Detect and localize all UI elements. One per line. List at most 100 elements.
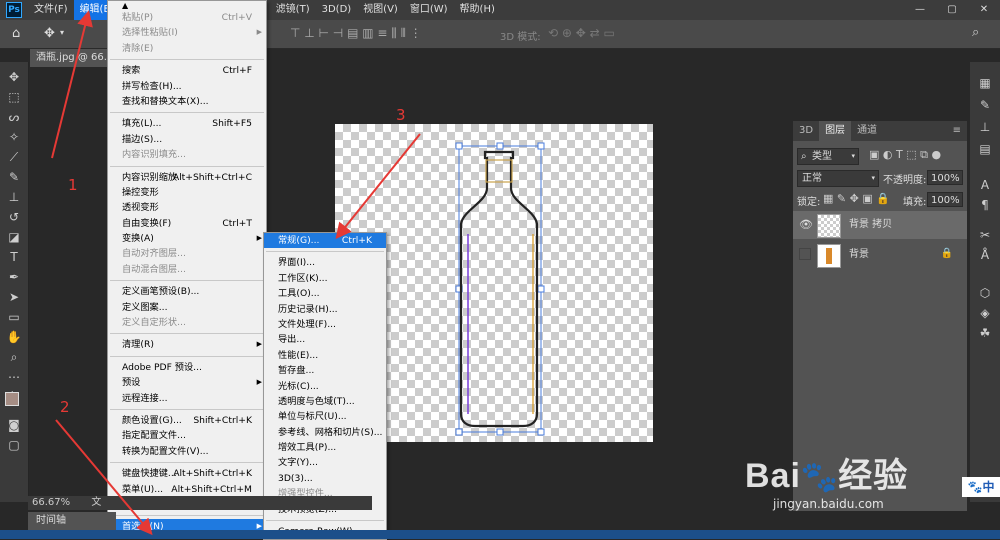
eyedropper-icon[interactable]: ⟋ xyxy=(6,150,22,164)
brush-icon[interactable]: ✎ xyxy=(6,170,22,184)
menu-item[interactable]: Adobe PDF 预设... xyxy=(108,360,266,375)
menu-item[interactable]: 搜索 Ctrl+F xyxy=(108,63,266,78)
menu-item[interactable]: 粘贴(P) Ctrl+V xyxy=(108,10,266,25)
menu-item[interactable]: 填充(L)... Shift+F5 xyxy=(108,116,266,131)
menu-3d[interactable]: 3D(D) xyxy=(316,0,358,20)
opacity-input[interactable]: 100% xyxy=(927,170,963,185)
paragraph-icon[interactable]: ¶ xyxy=(978,198,992,212)
type-icon[interactable]: T xyxy=(6,250,22,264)
menu-item[interactable]: 自动对齐图层... xyxy=(108,246,266,261)
menu-item[interactable]: 内容识别缩放 Alt+Shift+Ctrl+C xyxy=(108,170,266,185)
menu-item[interactable]: 菜单(U)... Alt+Shift+Ctrl+M xyxy=(108,482,266,497)
menu-item[interactable]: 性能(E)... xyxy=(264,348,386,363)
menu-item[interactable]: 指定配置文件... xyxy=(108,428,266,443)
history-brush-icon[interactable]: ↺ xyxy=(6,210,22,224)
menu-item[interactable]: 自由变换(F) Ctrl+T xyxy=(108,216,266,231)
menu-item[interactable]: 查找和替换文本(X)... xyxy=(108,94,266,109)
hand-icon[interactable]: ✋ xyxy=(6,330,22,344)
tools-icon[interactable]: ✂ xyxy=(978,228,992,242)
tab-layers[interactable]: 图层 xyxy=(819,121,852,141)
menu-item[interactable]: 单位与标尺(U)... xyxy=(264,409,386,424)
menu-item[interactable]: 定义画笔预设(B)... xyxy=(108,284,266,299)
menu-item[interactable]: 变换(A) ▶ xyxy=(108,231,266,246)
menu-filter[interactable]: 滤镜(T) xyxy=(270,0,316,20)
menu-item[interactable]: 文字(Y)... xyxy=(264,455,386,470)
filter-icons[interactable]: ▣ ◐ T ⬚ ⧉ ● xyxy=(869,148,941,162)
doc-info-prefix[interactable]: 文 xyxy=(91,497,101,508)
menu-item[interactable]: 参考线、网格和切片(S)... xyxy=(264,425,386,440)
clone-source-icon[interactable]: ⊥ xyxy=(978,120,992,134)
menu-item[interactable]: 常规(G)... Ctrl+K xyxy=(264,233,386,249)
menu-item[interactable]: 透视变形 xyxy=(108,200,266,215)
menu-item[interactable]: 操控变形 xyxy=(108,185,266,200)
blend-mode-select[interactable]: 正常 ▾ xyxy=(797,170,879,187)
menu-item[interactable]: 远程连接... xyxy=(108,391,266,406)
close-icon[interactable]: ✕ xyxy=(968,0,1000,20)
quick-mask-icon[interactable]: ◙ xyxy=(6,418,22,432)
timeline-tab[interactable]: 时间轴 xyxy=(28,512,116,530)
menu-item[interactable]: 透明度与色域(T)... xyxy=(264,394,386,409)
ime-indicator[interactable]: 🐾中 xyxy=(962,477,1000,497)
menu-view[interactable]: 视图(V) xyxy=(357,0,404,20)
menu-file[interactable]: 文件(F) xyxy=(28,0,74,20)
foreground-color-swatch[interactable] xyxy=(5,392,19,406)
document-tab[interactable]: 酒瓶.jpg @ 66.7% xyxy=(30,49,116,67)
menu-item[interactable]: 清理(R) ▶ xyxy=(108,337,266,352)
panel-grid-icon[interactable]: ▤ xyxy=(978,142,992,156)
layer-filter-select[interactable]: ⌕ 类型 ▾ xyxy=(797,148,859,165)
menu-item[interactable]: 历史记录(H)... xyxy=(264,302,386,317)
pen-icon[interactable]: ✒ xyxy=(6,270,22,284)
layers-icon[interactable]: ◈ xyxy=(978,306,992,320)
menu-item[interactable]: 预设 ▶ xyxy=(108,375,266,390)
menu-item[interactable]: 定义自定形状... xyxy=(108,315,266,330)
menu-item[interactable]: 清除(E) xyxy=(108,41,266,56)
menu-item[interactable]: 文件处理(F)... xyxy=(264,317,386,332)
menu-item[interactable]: 导出... xyxy=(264,332,386,347)
menu-item[interactable]: 3D(3)... xyxy=(264,471,386,486)
path-select-icon[interactable]: ➤ xyxy=(6,290,22,304)
layer-row[interactable]: 背景 🔒 xyxy=(793,241,967,269)
visibility-toggle[interactable] xyxy=(799,248,811,260)
menu-item[interactable]: 工作区(K)... xyxy=(264,271,386,286)
lasso-icon[interactable]: ᔕ xyxy=(6,110,22,124)
menu-item[interactable]: 暂存盘... xyxy=(264,363,386,378)
color-icon[interactable]: ▦ xyxy=(978,76,992,90)
menu-item[interactable]: 键盘快捷键... Alt+Shift+Ctrl+K xyxy=(108,466,266,481)
menu-item[interactable]: 工具(O)... xyxy=(264,286,386,301)
maximize-icon[interactable]: ▢ xyxy=(936,0,968,20)
menu-item[interactable]: 内容识别填充... xyxy=(108,147,266,162)
home-icon[interactable]: ⌂ xyxy=(12,26,20,41)
screen-mode-icon[interactable]: ▢ xyxy=(6,438,22,452)
magic-wand-icon[interactable]: ✧ xyxy=(6,130,22,144)
search-icon[interactable]: ⌕ xyxy=(972,25,979,40)
move-icon[interactable]: ✥ xyxy=(6,70,22,84)
menu-item[interactable]: 定义图案... xyxy=(108,300,266,315)
menu-item[interactable]: 拼写检查(H)... xyxy=(108,79,266,94)
menu-item[interactable]: 转换为配置文件(V)... xyxy=(108,444,266,459)
rectangle-icon[interactable]: ▭ xyxy=(6,310,22,324)
marquee-icon[interactable]: ⬚ xyxy=(6,90,22,104)
fill-input[interactable]: 100% xyxy=(927,192,963,207)
menu-item[interactable]: 颜色设置(G)... Shift+Ctrl+K xyxy=(108,413,266,428)
channels-icon[interactable]: ☘ xyxy=(978,326,992,340)
chevron-down-icon[interactable]: ▾ xyxy=(60,28,64,37)
menu-item[interactable]: 增效工具(P)... xyxy=(264,440,386,455)
lock-icons[interactable]: ▦ ✎ ✥ ▣ 🔒 xyxy=(823,192,890,205)
three-d-tool-icons[interactable]: ⟲ ⊕ ✥ ⇄ ▭ xyxy=(548,26,615,40)
menu-scroll-up-icon[interactable]: ▲ xyxy=(108,1,266,10)
move-tool-icon[interactable]: ✥ xyxy=(44,26,55,41)
brush-settings-icon[interactable]: ✎ xyxy=(978,98,992,112)
menu-help[interactable]: 帮助(H) xyxy=(454,0,501,20)
more-tools-icon[interactable]: ⋯ xyxy=(6,370,22,384)
menu-window[interactable]: 窗口(W) xyxy=(404,0,454,20)
tab-channels[interactable]: 通道 xyxy=(851,121,883,141)
menu-item[interactable]: 选择性粘贴(I) ▶ xyxy=(108,25,266,40)
tab-3d[interactable]: 3D xyxy=(793,121,819,141)
menu-item[interactable]: 光标(C)... xyxy=(264,379,386,394)
eye-icon[interactable]: 👁 xyxy=(799,218,813,231)
menu-item[interactable]: 界面(I)... xyxy=(264,255,386,270)
eraser-icon[interactable]: ◪ xyxy=(6,230,22,244)
glyph-icon[interactable]: Å xyxy=(978,248,992,262)
minimize-icon[interactable]: — xyxy=(904,0,936,20)
menu-item[interactable]: 自动混合图层... xyxy=(108,262,266,277)
